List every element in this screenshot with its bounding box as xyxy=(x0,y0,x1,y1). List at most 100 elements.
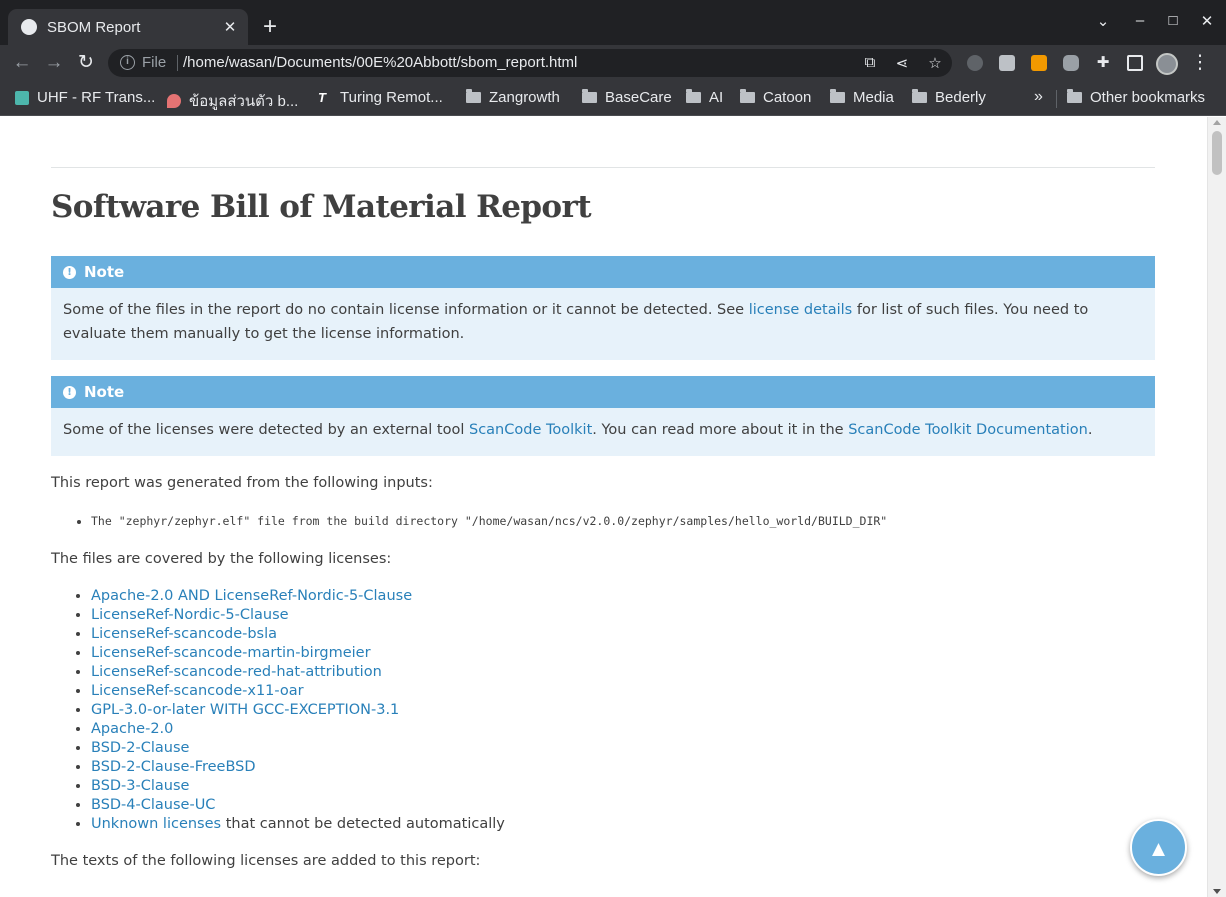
list-item: BSD-3-Clause xyxy=(91,777,505,796)
extensions-puzzle-icon[interactable]: ✚ xyxy=(1094,53,1112,71)
licenses-intro: The files are covered by the following l… xyxy=(51,551,392,567)
extension-office-icon[interactable] xyxy=(999,55,1015,71)
close-icon[interactable]: ✕ xyxy=(222,18,238,36)
scrollbar-thumb[interactable] xyxy=(1212,131,1222,175)
inputs-intro: This report was generated from the follo… xyxy=(51,475,433,491)
list-item: LicenseRef-scancode-red-hat-attribution xyxy=(91,663,505,682)
extension-orange-icon[interactable] xyxy=(1031,55,1047,71)
scancode-docs-link[interactable]: ScanCode Toolkit Documentation xyxy=(848,422,1088,438)
license-link[interactable]: LicenseRef-Nordic-5-Clause xyxy=(91,607,289,623)
tab-sbom-report[interactable]: SBOM Report ✕ xyxy=(8,9,248,45)
address-bar[interactable]: i File /home/wasan/Documents/00E%20Abbot… xyxy=(108,49,952,77)
share-icon[interactable]: ⋖ xyxy=(893,54,911,72)
reload-button[interactable]: ↻ xyxy=(75,52,97,74)
info-icon[interactable]: i xyxy=(120,55,135,70)
scroll-up-arrow-icon[interactable] xyxy=(1213,120,1221,125)
bookmark-folder-zangrowth[interactable]: Zangrowth xyxy=(466,89,560,106)
page-scrollbar[interactable] xyxy=(1207,117,1226,897)
url-text[interactable]: /home/wasan/Documents/00E%20Abbott/sbom_… xyxy=(183,54,577,71)
site-favicon-icon xyxy=(15,90,29,105)
license-link[interactable]: BSD-3-Clause xyxy=(91,778,189,794)
other-bookmarks-folder[interactable]: Other bookmarks xyxy=(1067,89,1205,106)
folder-icon xyxy=(686,89,701,103)
list-item: BSD-2-Clause-FreeBSD xyxy=(91,758,505,777)
licenses-list: Apache-2.0 AND LicenseRef-Nordic-5-Claus… xyxy=(91,587,505,834)
note-title: ! Note xyxy=(51,256,1155,288)
folder-icon xyxy=(466,89,481,103)
scancode-toolkit-link[interactable]: ScanCode Toolkit xyxy=(469,422,592,438)
license-texts-intro: The texts of the following licenses are … xyxy=(51,853,481,869)
bookmarks-divider xyxy=(1056,90,1057,108)
license-link[interactable]: LicenseRef-scancode-bsla xyxy=(91,626,277,642)
minimize-button[interactable]: – xyxy=(1129,12,1151,29)
license-link[interactable]: BSD-2-Clause xyxy=(91,740,189,756)
new-tab-button[interactable]: + xyxy=(258,14,282,40)
list-item: GPL-3.0-or-later WITH GCC-EXCEPTION-3.1 xyxy=(91,701,505,720)
bookmark-folder-bederly[interactable]: Bederly xyxy=(912,89,986,106)
page-viewport: Software Bill of Material Report ! Note … xyxy=(0,117,1207,897)
inputs-list: The "zephyr/zephyr.elf" file from the bu… xyxy=(91,514,887,528)
folder-icon xyxy=(582,89,597,103)
folder-icon xyxy=(740,89,755,103)
bookmark-folder-media[interactable]: Media xyxy=(830,89,894,106)
bookmark-item[interactable]: T Turing Remot... xyxy=(318,89,443,106)
license-details-link[interactable]: license details xyxy=(749,302,853,318)
maximize-button[interactable]: □ xyxy=(1162,12,1184,29)
translate-icon[interactable]: ⧉ xyxy=(861,54,879,71)
bookmarks-overflow-button[interactable]: » xyxy=(1034,88,1043,106)
bookmark-item[interactable]: UHF - RF Trans... xyxy=(15,89,155,106)
page-title: Software Bill of Material Report xyxy=(51,189,592,225)
bookmarks-bar: UHF - RF Trans... ข้อมูลส่วนตัว b... T T… xyxy=(0,81,1226,116)
scroll-to-top-button[interactable]: ▲ xyxy=(1130,819,1187,876)
scroll-down-arrow-icon[interactable] xyxy=(1213,889,1221,894)
note-admonition-license-info: ! Note Some of the files in the report d… xyxy=(51,256,1155,360)
menu-kebab-icon[interactable]: ⋮ xyxy=(1190,51,1210,74)
extension-chat-icon[interactable] xyxy=(1063,55,1079,71)
forward-button[interactable]: → xyxy=(43,52,65,74)
license-link[interactable]: LicenseRef-scancode-martin-birgmeier xyxy=(91,645,371,661)
list-item: Apache-2.0 AND LicenseRef-Nordic-5-Claus… xyxy=(91,587,505,606)
list-item: Unknown licenses that cannot be detected… xyxy=(91,815,505,834)
tab-search-icon[interactable]: ⌄ xyxy=(1092,12,1114,30)
list-item: Apache-2.0 xyxy=(91,720,505,739)
license-link[interactable]: Apache-2.0 xyxy=(91,721,173,737)
horizontal-rule xyxy=(51,167,1155,168)
exclamation-circle-icon: ! xyxy=(63,385,76,399)
tab-strip: SBOM Report ✕ + ⌄ – □ ✕ xyxy=(0,0,1226,45)
list-item: LicenseRef-scancode-x11-oar xyxy=(91,682,505,701)
license-link[interactable]: BSD-4-Clause-UC xyxy=(91,797,215,813)
globe-icon xyxy=(21,19,37,35)
unknown-licenses-link[interactable]: Unknown licenses xyxy=(91,816,221,832)
url-scheme: File xyxy=(142,54,167,71)
note-title: ! Note xyxy=(51,376,1155,408)
bookmark-folder-basecare[interactable]: BaseCare xyxy=(582,89,672,106)
site-favicon-icon xyxy=(167,94,181,108)
license-link[interactable]: GPL-3.0-or-later WITH GCC-EXCEPTION-3.1 xyxy=(91,702,399,718)
bookmark-folder-ai[interactable]: AI xyxy=(686,89,723,106)
back-button[interactable]: ← xyxy=(11,52,33,74)
note-body: Some of the licenses were detected by an… xyxy=(63,422,1093,438)
list-item: LicenseRef-scancode-martin-birgmeier xyxy=(91,644,505,663)
license-link[interactable]: Apache-2.0 AND LicenseRef-Nordic-5-Claus… xyxy=(91,588,412,604)
extension-bulb-icon[interactable] xyxy=(967,55,983,71)
folder-icon xyxy=(830,89,845,103)
bookmark-star-icon[interactable]: ☆ xyxy=(926,54,944,72)
profile-avatar[interactable] xyxy=(1156,53,1178,75)
side-panel-icon[interactable] xyxy=(1127,55,1143,71)
browser-toolbar: ← → ↻ i File /home/wasan/Documents/00E%2… xyxy=(0,45,1226,81)
exclamation-circle-icon: ! xyxy=(63,265,76,279)
turing-logo-icon: T xyxy=(318,89,326,105)
license-link[interactable]: LicenseRef-scancode-red-hat-attribution xyxy=(91,664,382,680)
close-window-button[interactable]: ✕ xyxy=(1196,12,1218,30)
license-link[interactable]: LicenseRef-scancode-x11-oar xyxy=(91,683,304,699)
omnibox-divider xyxy=(177,55,178,71)
list-item: BSD-4-Clause-UC xyxy=(91,796,505,815)
bookmark-folder-catoon[interactable]: Catoon xyxy=(740,89,811,106)
folder-icon xyxy=(912,89,927,103)
tab-title: SBOM Report xyxy=(47,18,141,36)
note-admonition-scancode: ! Note Some of the licenses were detecte… xyxy=(51,376,1155,456)
license-link[interactable]: BSD-2-Clause-FreeBSD xyxy=(91,759,256,775)
list-item: LicenseRef-Nordic-5-Clause xyxy=(91,606,505,625)
folder-icon xyxy=(1067,89,1082,103)
bookmark-item[interactable]: ข้อมูลส่วนตัว b... xyxy=(167,89,298,113)
